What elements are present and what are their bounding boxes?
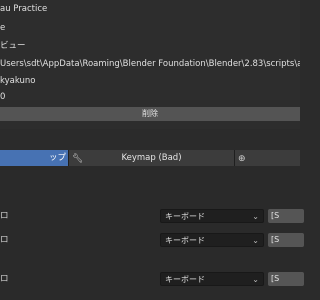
- delete-button[interactable]: 削除: [0, 107, 300, 121]
- setting-label: ロ: [0, 235, 9, 245]
- key-assign-button[interactable]: [S: [268, 272, 304, 286]
- addon-info-panel: au Practice e ビュー Users\sdt\AppData\Roam…: [0, 0, 300, 129]
- input-type-dropdown[interactable]: キーボード ⌄: [160, 209, 264, 223]
- addon-field-2: e: [0, 23, 6, 33]
- tab-other[interactable]: ⊕: [234, 150, 300, 166]
- chevron-down-icon: ⌄: [252, 236, 259, 245]
- key-assign-button[interactable]: [S: [268, 233, 304, 247]
- tab-keymap[interactable]: 🔧︎ Keymap (Bad): [68, 150, 234, 166]
- key-assign-button[interactable]: [S: [268, 209, 304, 223]
- addon-name: au Practice: [0, 4, 48, 14]
- setting-label: ロ: [0, 274, 9, 284]
- tab-keymap-label: Keymap (Bad): [121, 153, 182, 163]
- preferences-tab-row: ップ 🔧︎ Keymap (Bad) ⊕: [0, 150, 300, 166]
- input-type-dropdown[interactable]: キーボード ⌄: [160, 272, 264, 286]
- dropdown-value: キーボード: [165, 236, 205, 245]
- globe-icon: ⊕: [238, 154, 246, 164]
- wrench-icon: 🔧︎: [72, 154, 84, 164]
- setting-label: ロ: [0, 211, 9, 221]
- tab-active[interactable]: ップ: [0, 150, 68, 166]
- chevron-down-icon: ⌄: [252, 212, 259, 221]
- addon-category: ビュー: [0, 41, 26, 51]
- chevron-down-icon: ⌄: [252, 275, 259, 284]
- addon-path: Users\sdt\AppData\Roaming\Blender Founda…: [0, 59, 300, 69]
- dropdown-value: キーボード: [165, 275, 205, 284]
- dropdown-value: キーボード: [165, 212, 205, 221]
- keymap-settings: ロ キーボード ⌄ [S ロ キーボード ⌄ [S ロ キーボード ⌄ [S: [0, 166, 304, 300]
- input-type-dropdown[interactable]: キーボード ⌄: [160, 233, 264, 247]
- addon-author: kyakuno: [0, 76, 36, 86]
- addon-version: 0: [0, 92, 6, 102]
